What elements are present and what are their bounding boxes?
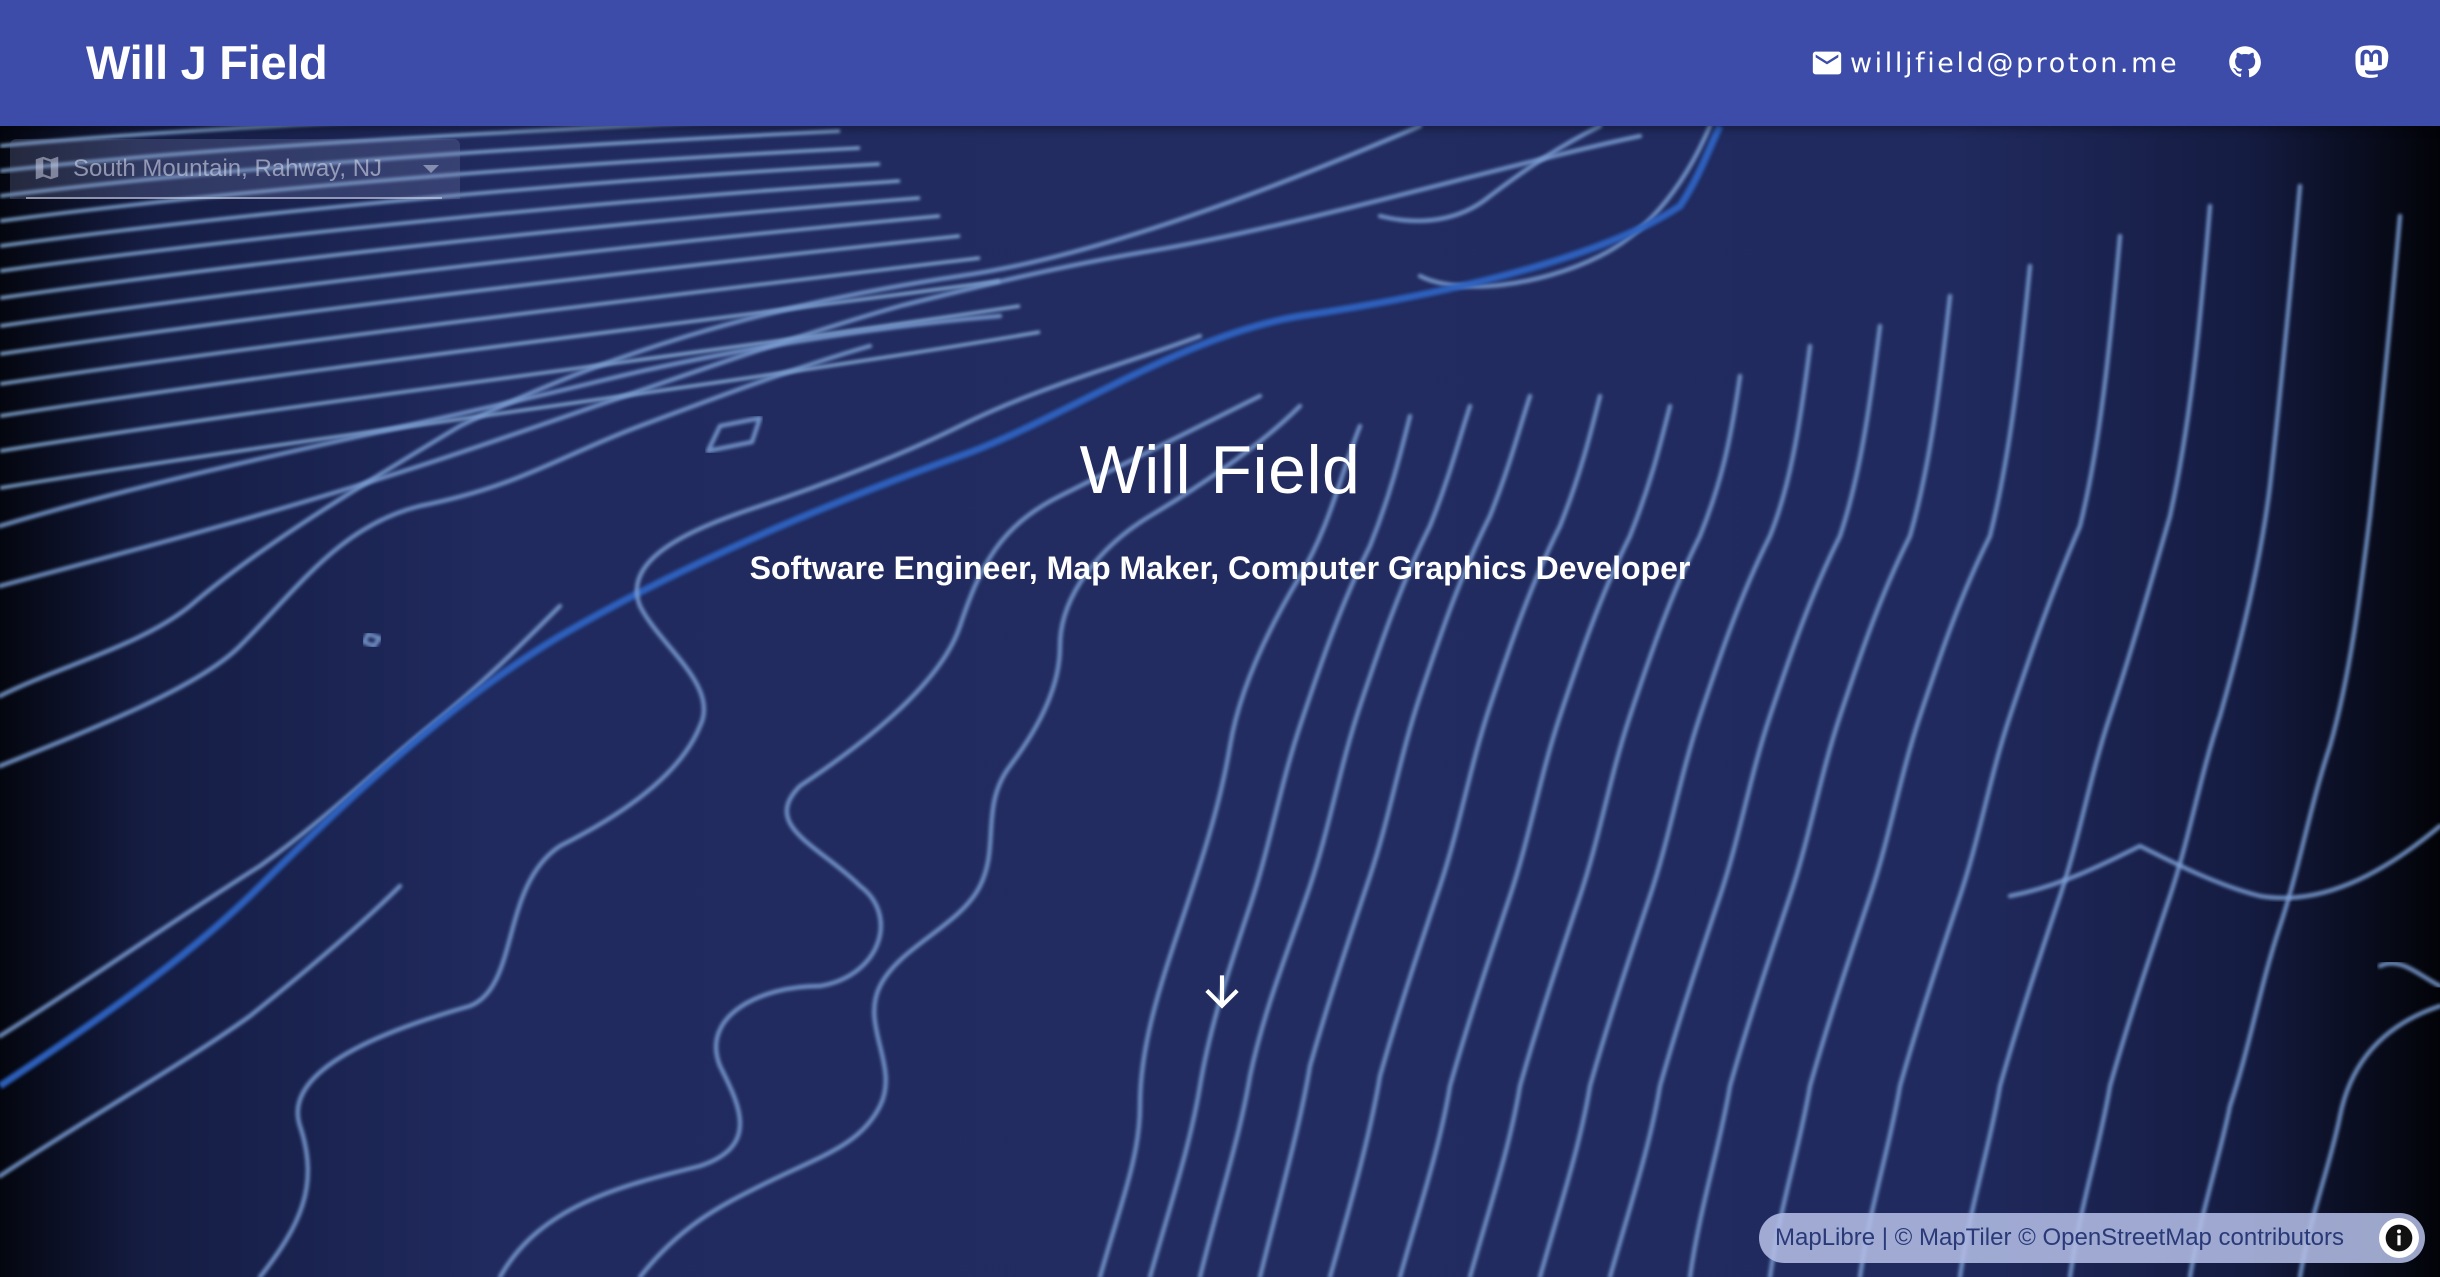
contour-group-center: [257, 183, 2440, 1277]
select-underline: [26, 197, 442, 199]
mastodon-icon: [2355, 45, 2389, 78]
scroll-down-button[interactable]: [1195, 965, 1249, 1019]
map-canvas[interactable]: [0, 126, 2440, 1277]
attribution-info-button[interactable]: [2379, 1218, 2419, 1258]
map-icon: [35, 156, 59, 180]
contour-group-left: [0, 126, 1713, 1179]
mail-icon: [1812, 51, 1842, 75]
arrow-down-icon: [1205, 975, 1239, 1009]
chevron-down-icon: [423, 165, 439, 173]
page: Will J Field willjfield@proton.me South …: [0, 0, 2440, 1277]
map-attribution: MapLibre | © MapTiler © OpenStreetMap co…: [1759, 1213, 2425, 1263]
attribution-text[interactable]: MapLibre | © MapTiler © OpenStreetMap co…: [1775, 1224, 2344, 1252]
email-address: willjfield@proton.me: [1850, 47, 2180, 79]
river-line: [0, 126, 1724, 1089]
location-select[interactable]: South Mountain, Rahway, NJ: [10, 139, 460, 199]
hero-subtitle: Software Engineer, Map Maker, Computer G…: [749, 550, 1691, 586]
site-brand[interactable]: Will J Field: [86, 34, 328, 92]
contour-lines: [0, 126, 2440, 1277]
top-app-bar: Will J Field willjfield@proton.me: [0, 0, 2440, 126]
hero-title: Will Field: [1079, 432, 1361, 508]
location-select-value: South Mountain, Rahway, NJ: [73, 155, 383, 182]
email-link[interactable]: willjfield@proton.me: [1810, 40, 2179, 86]
github-button[interactable]: [2220, 37, 2270, 87]
info-icon: [2385, 1224, 2413, 1252]
github-icon: [2229, 46, 2261, 78]
mastodon-button[interactable]: [2348, 37, 2398, 87]
